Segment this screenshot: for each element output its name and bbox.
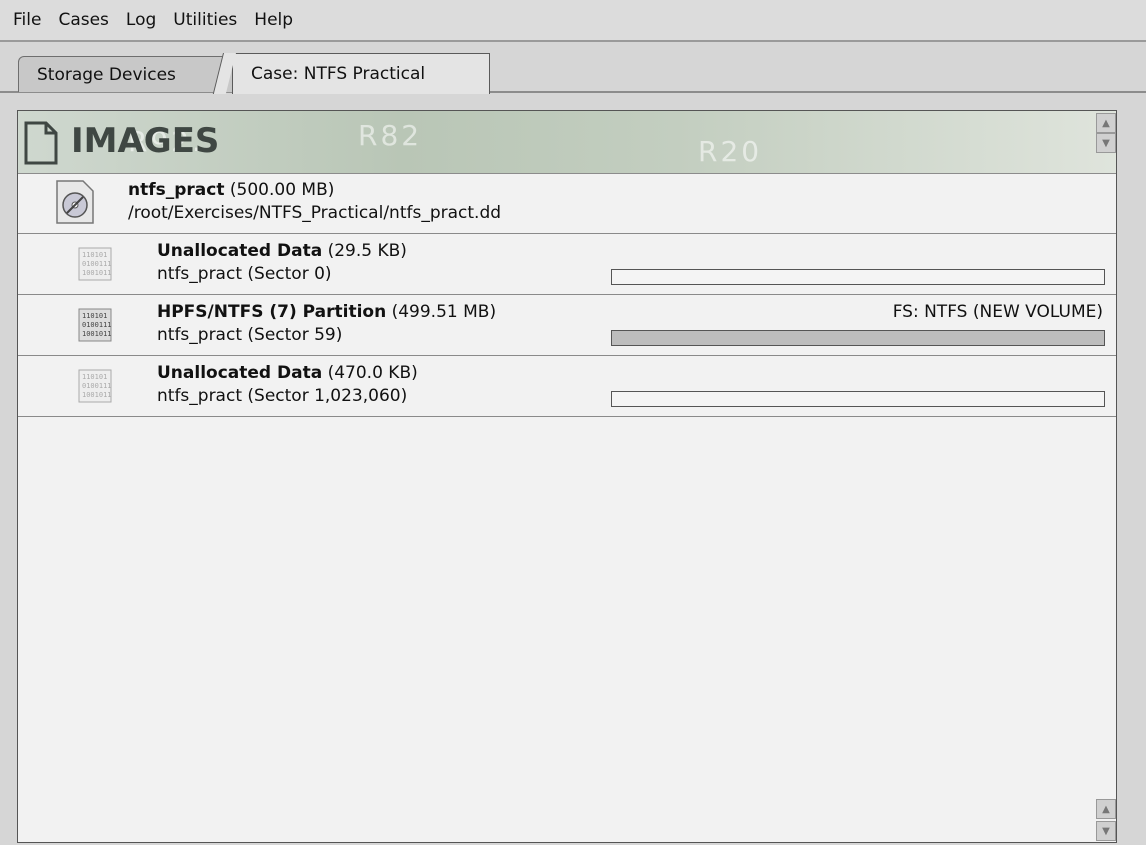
partition-size: (29.5 KB) — [327, 241, 407, 261]
images-header: R92. R82 R20 IMAGES ▲ ▼ — [18, 111, 1116, 174]
partition-title: Unallocated Data (470.0 KB) — [157, 363, 418, 383]
partition-title: Unallocated Data (29.5 KB) — [157, 241, 407, 261]
filesystem-label: FS: NTFS (NEW VOLUME) — [892, 302, 1103, 322]
tab-label: Storage Devices — [37, 64, 176, 85]
partition-name: HPFS/NTFS (7) Partition — [157, 302, 387, 322]
image-size: (500.00 MB) — [229, 180, 335, 200]
scroll-up-icon[interactable]: ▲ — [1096, 799, 1116, 819]
binary-data-icon: 110101 0100111 1001011 — [78, 247, 112, 281]
image-name: ntfs_pract — [128, 180, 225, 200]
partition-bar — [611, 391, 1105, 407]
partition-location: ntfs_pract (Sector 1,023,060) — [157, 386, 408, 406]
tab-bar: Storage Devices Case: NTFS Practical — [0, 44, 1146, 94]
menu-bar: File Cases Log Utilities Help — [0, 0, 1146, 42]
partition-bar-fill — [612, 331, 1104, 345]
menu-file[interactable]: File — [0, 10, 49, 30]
partition-row[interactable]: 110101 0100111 1001011 HPFS/NTFS (7) Par… — [18, 295, 1116, 356]
svg-text:0100111: 0100111 — [82, 260, 112, 268]
image-title: ntfs_pract (500.00 MB) — [128, 180, 334, 200]
binary-data-icon: 110101 0100111 1001011 — [78, 308, 112, 342]
partition-size: (470.0 KB) — [327, 363, 418, 383]
partition-row[interactable]: 110101 0100111 1001011 Unallocated Data … — [18, 234, 1116, 295]
tab-storage-devices[interactable]: Storage Devices — [18, 56, 234, 92]
menu-log[interactable]: Log — [117, 10, 164, 30]
svg-text:110101: 110101 — [82, 251, 107, 259]
scroll-down-icon[interactable]: ▼ — [1096, 821, 1116, 841]
partition-name: Unallocated Data — [157, 241, 323, 261]
partition-title: HPFS/NTFS (7) Partition (499.51 MB) — [157, 302, 496, 322]
image-row[interactable]: ntfs_pract (500.00 MB) /root/Exercises/N… — [18, 173, 1116, 234]
image-list: ntfs_pract (500.00 MB) /root/Exercises/N… — [18, 173, 1116, 417]
images-panel: R92. R82 R20 IMAGES ▲ ▼ ntfs_pract (500.… — [17, 110, 1117, 843]
scroll-down-icon[interactable]: ▼ — [1096, 133, 1116, 153]
document-icon — [24, 121, 58, 165]
partition-size: (499.51 MB) — [391, 302, 497, 322]
pcb-decoration: R82 — [358, 119, 423, 152]
menu-help[interactable]: Help — [245, 10, 301, 30]
tab-label: Case: NTFS Practical — [251, 64, 426, 84]
svg-text:0100111: 0100111 — [82, 321, 112, 329]
tab-case[interactable]: Case: NTFS Practical — [232, 53, 490, 94]
panel-title: IMAGES — [71, 121, 220, 161]
partition-location: ntfs_pract (Sector 0) — [157, 264, 332, 284]
svg-text:1001011: 1001011 — [82, 269, 112, 277]
disk-image-icon — [56, 180, 94, 224]
menu-cases[interactable]: Cases — [49, 10, 116, 30]
binary-data-icon: 110101 0100111 1001011 — [78, 369, 112, 403]
partition-bar — [611, 330, 1105, 346]
svg-text:1001011: 1001011 — [82, 330, 112, 338]
svg-text:0100111: 0100111 — [82, 382, 112, 390]
partition-row[interactable]: 110101 0100111 1001011 Unallocated Data … — [18, 356, 1116, 417]
partition-name: Unallocated Data — [157, 363, 323, 383]
svg-text:1001011: 1001011 — [82, 391, 112, 399]
image-path: /root/Exercises/NTFS_Practical/ntfs_prac… — [128, 203, 502, 223]
svg-text:110101: 110101 — [82, 373, 107, 381]
partition-bar — [611, 269, 1105, 285]
menu-utilities[interactable]: Utilities — [164, 10, 245, 30]
partition-location: ntfs_pract (Sector 59) — [157, 325, 343, 345]
scroll-up-icon[interactable]: ▲ — [1096, 113, 1116, 133]
svg-text:110101: 110101 — [82, 312, 107, 320]
pcb-decoration: R20 — [698, 135, 763, 168]
